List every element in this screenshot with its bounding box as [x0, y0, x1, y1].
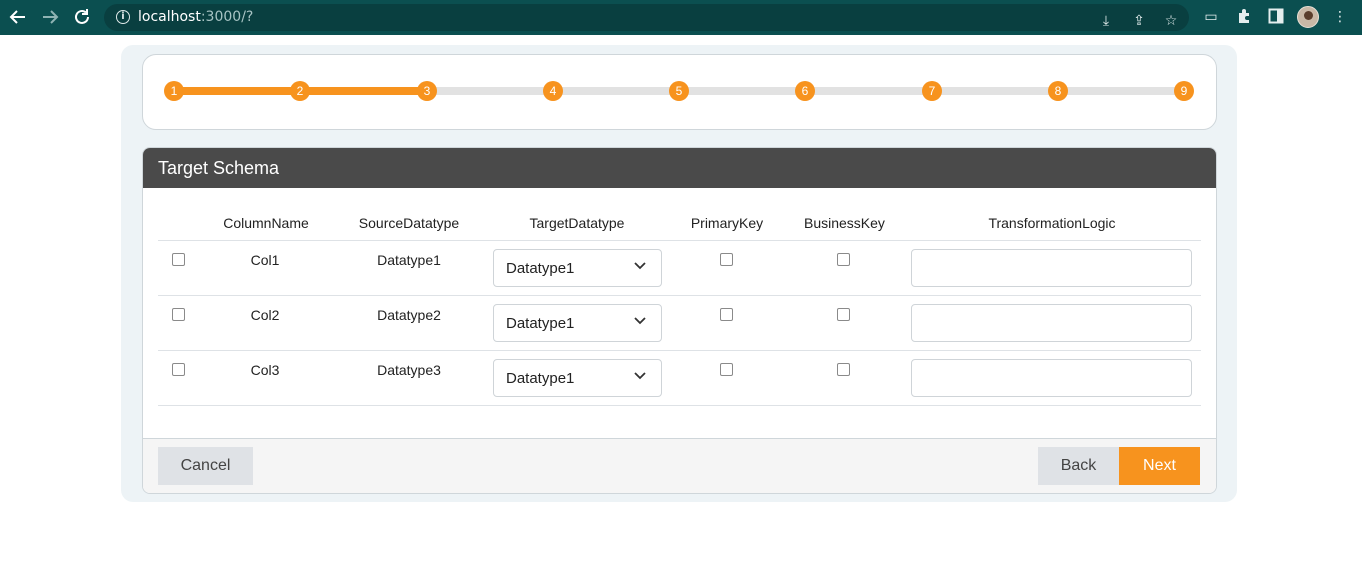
business-key-checkbox[interactable]	[837, 253, 850, 266]
back-arrow-icon[interactable]	[7, 6, 29, 28]
transformation-logic-input[interactable]	[911, 249, 1192, 287]
step-9-indicator[interactable]: 9	[1174, 81, 1194, 101]
back-button[interactable]: Back	[1038, 447, 1119, 485]
chevron-down-icon	[634, 262, 646, 270]
browser-toolbar: i localhost:3000/? ⤓ ⇪ ☆ ▭ ⋮	[0, 0, 1362, 35]
install-icon[interactable]: ⤓	[1097, 12, 1115, 30]
row-select-checkbox[interactable]	[172, 308, 185, 321]
panel-header: Target Schema	[143, 148, 1216, 188]
source-datatype-cell: Datatype1	[377, 252, 441, 268]
transformation-logic-input[interactable]	[911, 359, 1192, 397]
target-datatype-select[interactable]: Datatype1	[493, 249, 662, 287]
primary-key-checkbox[interactable]	[720, 253, 733, 266]
target-datatype-select[interactable]: Datatype1	[493, 304, 662, 342]
url-path: :3000/?	[200, 9, 254, 25]
column-name-cell: Col1	[250, 252, 280, 268]
step-1-indicator[interactable]: 1	[164, 81, 184, 101]
column-name-cell: Col2	[250, 307, 280, 323]
step-2-indicator[interactable]: 2	[290, 81, 310, 101]
primary-key-checkbox[interactable]	[720, 308, 733, 321]
next-button[interactable]: Next	[1119, 447, 1200, 485]
header-transformation-logic: TransformationLogic	[988, 215, 1116, 231]
target-schema-panel: Target Schema ColumnName SourceDatatype …	[142, 147, 1217, 494]
header-business-key: BusinessKey	[804, 215, 885, 231]
source-datatype-cell: Datatype3	[377, 362, 441, 378]
step-3-indicator[interactable]: 3	[417, 81, 437, 101]
row-divider	[158, 295, 1201, 296]
step-7-indicator[interactable]: 7	[922, 81, 942, 101]
row-select-checkbox[interactable]	[172, 253, 185, 266]
target-datatype-value: Datatype1	[506, 370, 575, 387]
target-datatype-select[interactable]: Datatype1	[493, 359, 662, 397]
header-source-datatype: SourceDatatype	[358, 215, 460, 231]
panel-title: Target Schema	[158, 158, 280, 178]
step-6-indicator[interactable]: 6	[795, 81, 815, 101]
profile-avatar[interactable]	[1297, 6, 1319, 28]
share-icon[interactable]: ⇪	[1130, 12, 1148, 30]
cancel-button[interactable]: Cancel	[158, 447, 253, 485]
panel-footer: Cancel Back Next	[143, 438, 1216, 493]
target-datatype-value: Datatype1	[506, 315, 575, 332]
reload-icon[interactable]	[71, 6, 93, 28]
cast-icon[interactable]: ▭	[1202, 8, 1220, 26]
source-datatype-cell: Datatype2	[377, 307, 441, 323]
menu-kebab-icon[interactable]: ⋮	[1331, 8, 1349, 26]
side-panel-icon[interactable]	[1267, 8, 1285, 26]
row-divider	[158, 405, 1201, 406]
forward-arrow-icon[interactable]	[39, 6, 61, 28]
row-divider	[158, 350, 1201, 351]
bookmark-star-icon[interactable]: ☆	[1162, 12, 1180, 30]
target-datatype-value: Datatype1	[506, 260, 575, 277]
primary-key-checkbox[interactable]	[720, 363, 733, 376]
extensions-icon[interactable]	[1235, 8, 1253, 26]
column-name-cell: Col3	[250, 362, 280, 378]
step-5-indicator[interactable]: 5	[669, 81, 689, 101]
step-4-indicator[interactable]: 4	[543, 81, 563, 101]
url-host: localhost	[138, 9, 201, 25]
chevron-down-icon	[634, 372, 646, 380]
address-bar[interactable]: i localhost:3000/? ⤓ ⇪ ☆	[104, 4, 1189, 31]
business-key-checkbox[interactable]	[837, 363, 850, 376]
step-8-indicator[interactable]: 8	[1048, 81, 1068, 101]
chevron-down-icon	[634, 317, 646, 325]
row-select-checkbox[interactable]	[172, 363, 185, 376]
header-primary-key: PrimaryKey	[690, 215, 764, 231]
header-target-datatype: TargetDatatype	[529, 215, 625, 231]
header-divider	[158, 240, 1201, 241]
info-icon[interactable]: i	[116, 10, 130, 24]
header-column-name: ColumnName	[223, 215, 309, 231]
business-key-checkbox[interactable]	[837, 308, 850, 321]
url-text: localhost:3000/?	[138, 9, 253, 25]
transformation-logic-input[interactable]	[911, 304, 1192, 342]
